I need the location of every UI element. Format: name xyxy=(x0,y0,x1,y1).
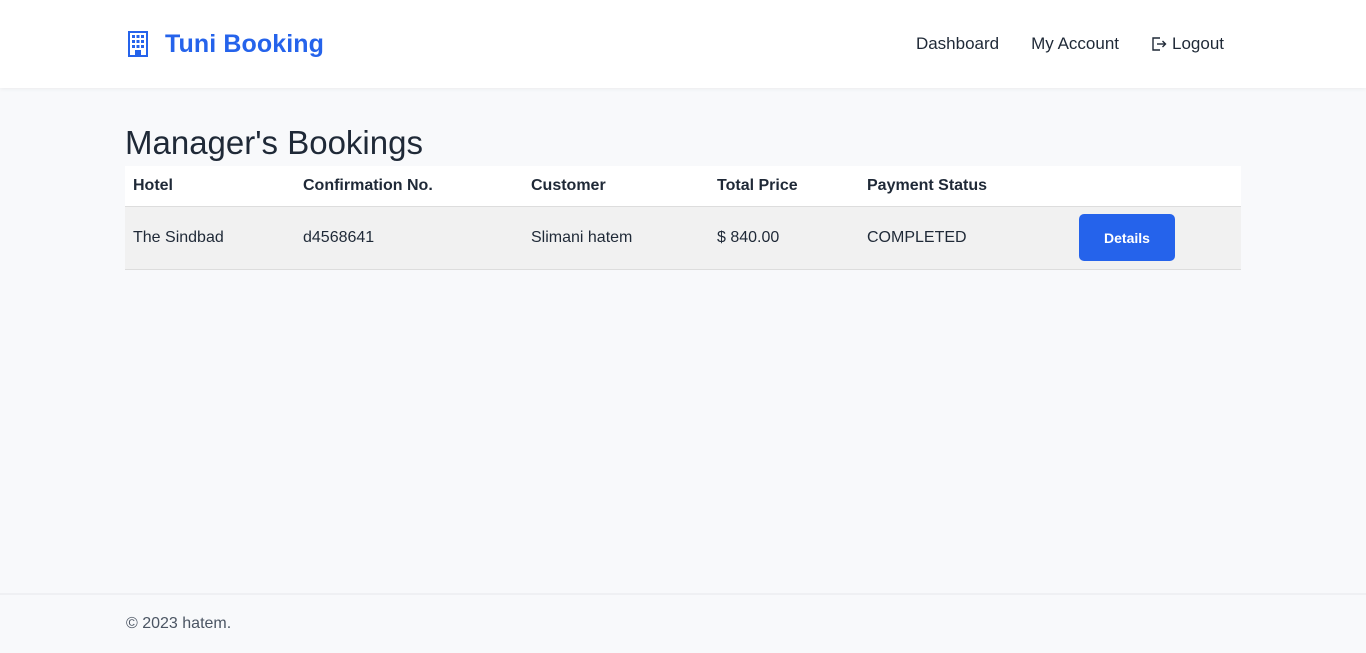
brand-name: Tuni Booking xyxy=(165,29,325,58)
bookings-table: Hotel Confirmation No. Customer Total Pr… xyxy=(125,166,1241,270)
footer-copyright: © 2023 hatem. xyxy=(126,615,232,632)
column-header-payment-status: Payment Status xyxy=(859,166,1071,207)
nav-dashboard-label: Dashboard xyxy=(915,34,1000,53)
brand-link[interactable]: Tuni Booking xyxy=(127,27,324,61)
cell-customer: Slimani hatem xyxy=(523,206,709,270)
cell-hotel: The Sindbad xyxy=(125,206,295,270)
nav-account-label: My Account xyxy=(1031,34,1119,53)
main-content: Manager's Bookings Hotel Confirmation No… xyxy=(125,88,1241,270)
column-header-customer: Customer xyxy=(523,166,709,207)
nav-dashboard-link[interactable]: Dashboard xyxy=(916,34,999,54)
column-header-actions xyxy=(1071,166,1241,207)
table-header-row: Hotel Confirmation No. Customer Total Pr… xyxy=(125,166,1241,207)
cell-payment-status: COMPLETED xyxy=(859,206,1071,270)
column-header-confirmation: Confirmation No. xyxy=(295,166,523,207)
navbar: Tuni Booking Dashboard My Account Logout xyxy=(0,0,1366,88)
cell-actions: Details xyxy=(1071,206,1241,270)
nav-logout-label: Logout xyxy=(1172,34,1224,53)
cell-total-price: $ 840.00 xyxy=(709,206,859,270)
cell-confirmation: d4568641 xyxy=(295,206,523,270)
page-title: Manager's Bookings xyxy=(125,124,423,161)
column-header-total-price: Total Price xyxy=(709,166,859,207)
nav-account-link[interactable]: My Account xyxy=(1031,34,1119,54)
table-row: The Sindbad d4568641 Slimani hatem $ 840… xyxy=(125,206,1241,270)
footer: © 2023 hatem. xyxy=(0,593,1366,653)
nav-links: Dashboard My Account Logout xyxy=(916,32,1224,56)
logout-icon xyxy=(1151,36,1167,52)
table-body: The Sindbad d4568641 Slimani hatem $ 840… xyxy=(125,206,1241,270)
details-button[interactable]: Details xyxy=(1079,214,1175,261)
building-icon xyxy=(127,31,149,57)
nav-logout-link[interactable]: Logout xyxy=(1151,34,1224,54)
column-header-hotel: Hotel xyxy=(125,166,295,207)
table-header: Hotel Confirmation No. Customer Total Pr… xyxy=(125,166,1241,207)
